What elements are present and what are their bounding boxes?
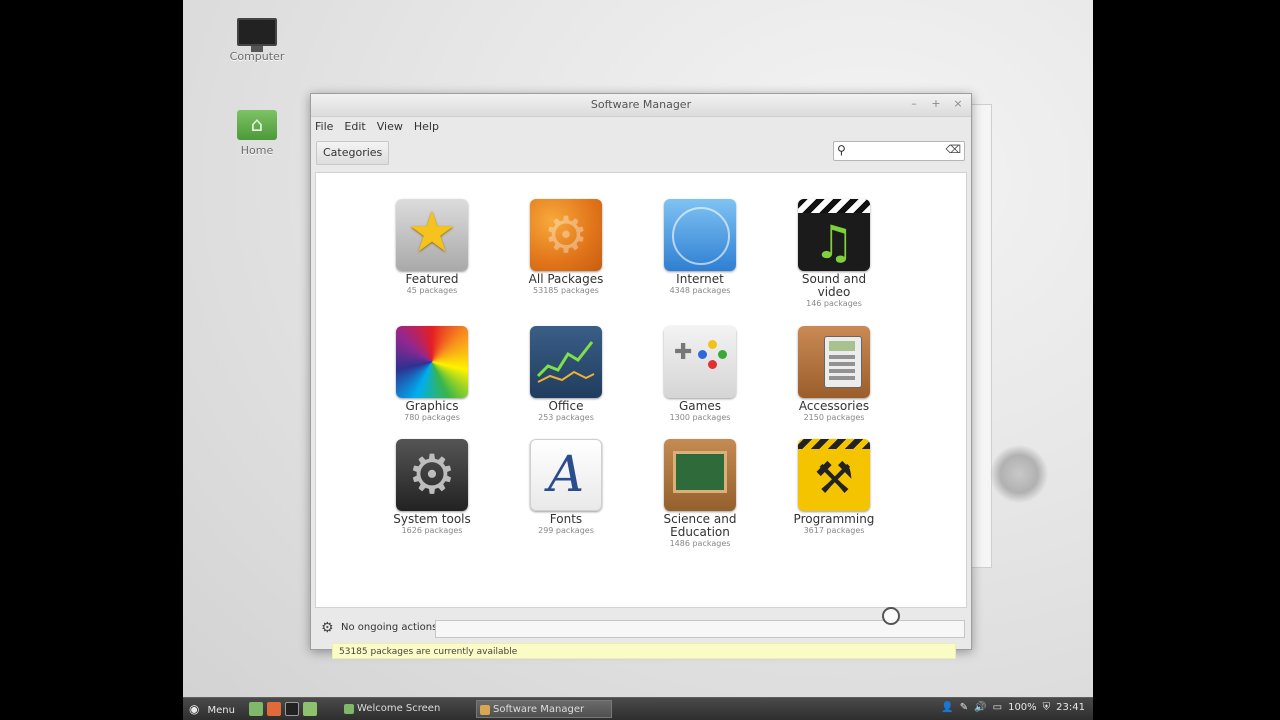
category-count: 299 packages [538, 526, 594, 535]
minimize-button[interactable]: – [907, 96, 921, 112]
color-wheel-icon [396, 326, 468, 398]
actions-status: No ongoing actions [341, 622, 438, 633]
category-name: All Packages [528, 272, 604, 286]
shield-icon[interactable]: ⛨ [1043, 702, 1051, 713]
category-count: 1626 packages [401, 526, 463, 535]
categories-button[interactable]: Categories [316, 141, 390, 165]
clear-icon[interactable]: ⌫ [945, 143, 961, 156]
category-fonts[interactable]: Fonts 299 packages [506, 439, 626, 536]
chalkboard-icon [664, 439, 736, 511]
category-name: Featured [405, 272, 459, 286]
menu-edit[interactable]: Edit [344, 118, 365, 135]
category-count: 780 packages [404, 413, 460, 422]
battery-level: 100% [1008, 702, 1037, 713]
category-sound-and-video[interactable]: Sound and video 146 packages [774, 199, 894, 309]
category-name: Graphics [405, 399, 459, 413]
category-science-and-education[interactable]: Science and Education 1486 packages [640, 439, 760, 549]
category-name: Office [548, 399, 584, 413]
category-name: Programming [793, 512, 875, 526]
category-count: 53185 packages [533, 286, 599, 295]
gamepad-icon: ✚ [664, 326, 736, 398]
category-count: 1486 packages [669, 539, 731, 548]
category-name: Internet [676, 272, 724, 286]
music-icon [798, 199, 870, 271]
category-graphics[interactable]: Graphics 780 packages [372, 326, 492, 423]
category-count: 253 packages [538, 413, 594, 422]
category-count: 45 packages [406, 286, 458, 295]
firefox-icon[interactable] [267, 702, 281, 716]
software-manager-window: Software Manager – + × File Edit View He… [310, 93, 972, 659]
category-games[interactable]: ✚ Games 1300 packages [640, 326, 760, 423]
battery-icon[interactable]: ▭ [993, 702, 1002, 713]
gear-icon[interactable]: ⚙ [321, 620, 334, 636]
gear-icon [396, 439, 468, 511]
background-window [970, 104, 992, 568]
category-accessories[interactable]: Accessories 2150 packages [774, 326, 894, 423]
computer-icon [237, 18, 277, 52]
taskbar: ◉ Menu Welcome Screen Software Manager 👤 … [183, 697, 1093, 720]
category-name-line: Education [670, 525, 730, 539]
files-icon[interactable] [303, 702, 317, 716]
category-system-tools[interactable]: System tools 1626 packages [372, 439, 492, 536]
menu-label: Menu [207, 705, 235, 716]
desktop-icon-computer[interactable]: Computer [212, 18, 302, 63]
pen-icon[interactable]: ✎ [960, 702, 968, 713]
category-count: 146 packages [806, 299, 862, 308]
category-featured[interactable]: Featured 45 packages [372, 199, 492, 296]
menu-button[interactable]: ◉ Menu [189, 702, 235, 716]
category-count: 1300 packages [669, 413, 731, 422]
menu-view[interactable]: View [377, 118, 403, 135]
close-button[interactable]: × [951, 96, 965, 112]
menu-file[interactable]: File [315, 118, 333, 135]
quick-launch [249, 702, 317, 716]
font-icon [530, 439, 602, 511]
construction-icon [798, 439, 870, 511]
category-name: Accessories [798, 399, 870, 413]
category-name: System tools [393, 512, 471, 526]
categories-grid: Featured 45 packages All Packages 53185 … [315, 172, 967, 659]
category-count: 2150 packages [803, 413, 865, 422]
category-programming[interactable]: Programming 3617 packages [774, 439, 894, 536]
category-count: 4348 packages [669, 286, 731, 295]
desktop-icon-label: Home [240, 144, 274, 157]
category-all-packages[interactable]: All Packages 53185 packages [506, 199, 626, 296]
globe-icon [664, 199, 736, 271]
category-count: 3617 packages [803, 526, 865, 535]
wallpaper-decoration [989, 445, 1049, 503]
calculator-icon [798, 326, 870, 398]
toolbar: Categories ⚲ ⌫ [311, 138, 971, 170]
maximize-button[interactable]: + [929, 96, 943, 112]
terminal-icon[interactable] [285, 702, 299, 716]
category-name: Games [679, 399, 721, 413]
home-folder-icon [237, 110, 277, 140]
show-desktop-icon[interactable] [249, 702, 263, 716]
search-input[interactable] [854, 143, 944, 159]
search-box[interactable]: ⚲ ⌫ [833, 141, 965, 161]
clock[interactable]: 23:41 [1056, 702, 1085, 713]
busy-cursor-icon [882, 607, 900, 625]
availability-status: 53185 packages are currently available [332, 643, 956, 659]
gears-icon [530, 199, 602, 271]
category-office[interactable]: Office 253 packages [506, 326, 626, 423]
chart-icon [530, 326, 602, 398]
system-tray: 👤 ✎ 🔊 ▭ 100% ⛨ 23:41 [941, 702, 1085, 713]
desktop: Computer Home Software Manager – + × Fil… [183, 0, 1093, 720]
menu-help[interactable]: Help [414, 118, 439, 135]
category-name-line: video [817, 285, 851, 299]
window-title: Software Manager [590, 98, 692, 111]
volume-icon[interactable]: 🔊 [974, 702, 986, 713]
user-icon[interactable]: 👤 [941, 702, 953, 713]
category-name: Fonts [549, 512, 583, 526]
category-internet[interactable]: Internet 4348 packages [640, 199, 760, 296]
search-icon: ⚲ [837, 143, 846, 157]
mint-logo-icon: ◉ [189, 702, 200, 716]
actions-bar: ⚙ No ongoing actions [317, 618, 965, 640]
star-icon [396, 199, 468, 271]
task-welcome-screen[interactable]: Welcome Screen [341, 700, 471, 718]
menubar: File Edit View Help [315, 118, 439, 135]
task-software-manager[interactable]: Software Manager [476, 700, 612, 718]
titlebar[interactable]: Software Manager – + × [311, 94, 971, 117]
desktop-icon-home[interactable]: Home [212, 110, 302, 157]
